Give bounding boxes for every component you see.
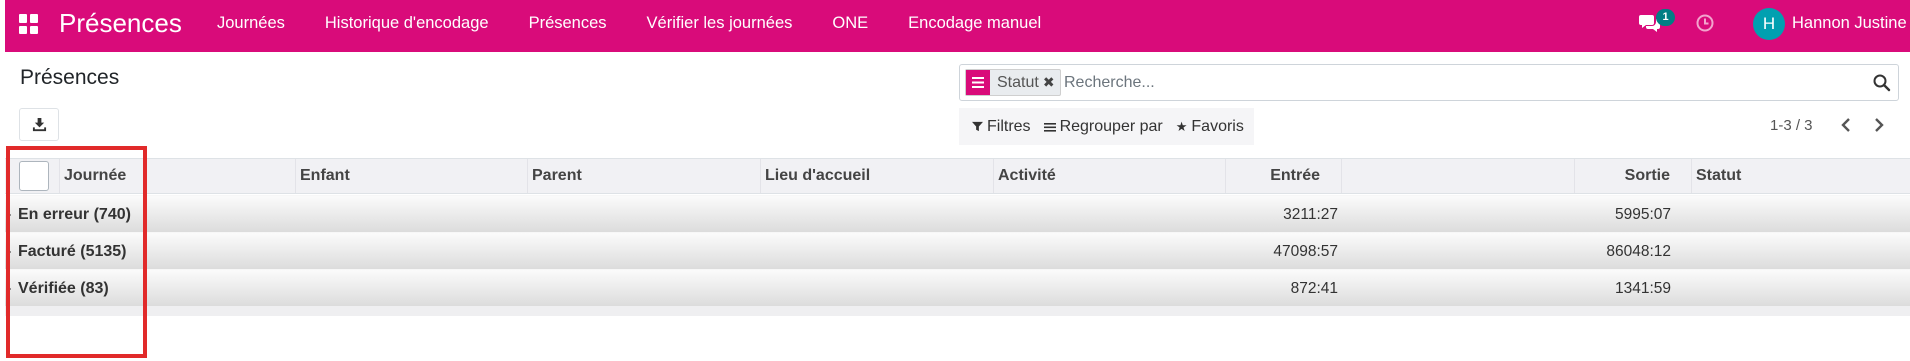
menu-item-presences[interactable]: Présences [529,14,607,33]
menu-item-encodage-manuel[interactable]: Encodage manuel [908,14,1041,33]
favorites-button[interactable]: ★ Favoris [1176,118,1244,136]
filters-label: Filtres [987,117,1031,135]
search-facet: Statut ✖ [965,69,1061,96]
group-entree-total: 872:41 [1290,280,1338,297]
column-parent[interactable]: Parent [527,159,760,193]
group-entree-total: 3211:27 [1283,206,1338,223]
column-enfant[interactable]: Enfant [295,159,527,193]
messages-badge: 1 [1656,9,1675,26]
avatar[interactable]: H [1753,8,1785,40]
chevron-left-icon[interactable] [1838,116,1854,134]
group-row[interactable]: Vérifiée (83) 872:41 1341:59 [5,269,1910,306]
app-brand[interactable]: Présences [59,8,182,38]
list-icon [1043,122,1056,132]
search-icon[interactable] [1872,73,1892,93]
search-input[interactable] [1064,72,1844,94]
group-by-label: Regrouper par [1059,117,1163,135]
top-navbar: Présences Journées Historique d'encodage… [5,0,1910,52]
group-by-button[interactable]: Regrouper par [1043,117,1163,136]
list-footer [5,306,1910,316]
column-entree[interactable]: Entrée [1225,159,1341,193]
search-options: Filtres Regrouper par ★ Favoris [959,108,1254,145]
column-statut[interactable]: Statut [1691,159,1910,193]
list-header: Journée Enfant Parent Lieu d'accueil Act… [5,158,1910,194]
menu-item-one[interactable]: ONE [832,14,868,33]
list-body: En erreur (740) 3211:27 5995:07 Facturé … [5,195,1910,306]
user-menu[interactable]: Hannon Justine [1792,14,1907,33]
group-sortie-total: 5995:07 [1614,206,1671,223]
facet-label: Statut [997,74,1039,91]
column-spacer [1341,159,1574,193]
group-entree-total: 47098:57 [1273,243,1338,260]
menu-item-verifier[interactable]: Vérifier les journées [647,14,793,33]
group-sortie-total: 1341:59 [1614,280,1671,297]
close-icon[interactable]: ✖ [1043,70,1060,95]
highlight-box [6,146,147,358]
search-panel: Statut ✖ [959,64,1899,101]
pager-value[interactable]: 1-3 / 3 [1770,117,1813,134]
download-icon [32,117,47,132]
filters-button[interactable]: Filtres [972,118,1031,136]
download-button[interactable] [19,108,59,141]
clock-icon[interactable] [1695,13,1715,33]
menu-item-historique[interactable]: Historique d'encodage [325,14,489,33]
group-row[interactable]: En erreur (740) 3211:27 5995:07 [5,195,1910,232]
filter-icon [972,121,983,132]
column-sortie[interactable]: Sortie [1574,159,1691,193]
page-title: Présences [20,66,120,89]
grid-icon[interactable] [19,14,39,34]
chevron-right-icon[interactable] [1871,116,1887,134]
main-menu: Journées Historique d'encodage Présences… [217,0,1081,46]
column-activite[interactable]: Activité [993,159,1225,193]
menu-item-journees[interactable]: Journées [217,14,285,33]
group-sortie-total: 86048:12 [1606,243,1671,260]
column-lieu-accueil[interactable]: Lieu d'accueil [760,159,993,193]
favorites-label: Favoris [1191,117,1244,135]
group-by-icon [966,70,990,95]
group-row[interactable]: Facturé (5135) 47098:57 86048:12 [5,232,1910,269]
star-icon: ★ [1175,118,1188,134]
